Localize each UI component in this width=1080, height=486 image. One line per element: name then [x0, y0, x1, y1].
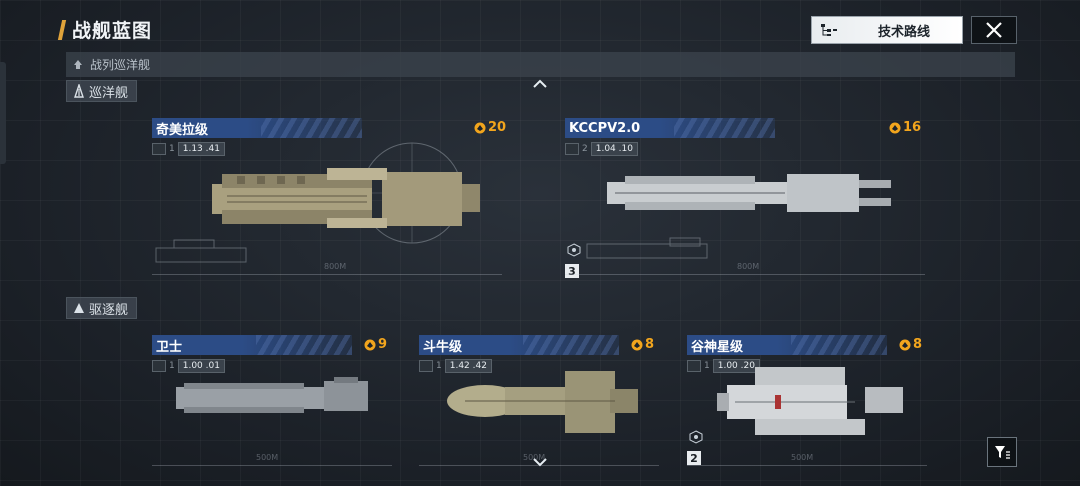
- ship-tier: 2: [582, 144, 588, 154]
- ship-name-bar: 奇美拉级: [152, 118, 362, 138]
- ship-type-icon: [419, 360, 433, 372]
- ship-ratio: 1.04 .10: [590, 142, 638, 156]
- blueprint-baseline: [152, 274, 502, 275]
- ship-meta: 1 1.13 .41: [152, 142, 225, 156]
- ship-cost: 8: [631, 337, 654, 352]
- ship-name: 斗牛级: [423, 339, 463, 355]
- ship-class-label: 战列巡洋舰: [90, 58, 151, 72]
- blueprint-baseline: [565, 274, 925, 275]
- ship-meta: 1 1.00 .01: [152, 359, 225, 373]
- ship-cost: 20: [474, 120, 506, 135]
- blueprint-side-view: [586, 237, 708, 259]
- scale-label: 800M: [324, 262, 347, 271]
- scale-label: 800M: [737, 262, 760, 271]
- blueprint-baseline: [152, 465, 392, 466]
- ship-image-guardian: [176, 377, 368, 413]
- blueprint-baseline: [687, 465, 927, 466]
- ship-type-icon: [152, 143, 166, 155]
- scale-label: 500M: [256, 453, 279, 462]
- hex-marker-icon: [567, 242, 581, 257]
- ship-type-icon: [687, 360, 701, 372]
- ship-class-bar[interactable]: 战列巡洋舰: [66, 52, 1015, 77]
- ship-cost-value: 9: [378, 337, 388, 352]
- scroll-down-chevron-icon[interactable]: [531, 456, 549, 468]
- tech-tree-icon: [821, 24, 837, 36]
- count-badge: 2: [687, 451, 701, 465]
- battlecruiser-class-icon: [74, 59, 82, 69]
- cost-coin-icon: [474, 122, 486, 133]
- ship-name-bar: 谷神星级: [687, 335, 887, 355]
- ship-cost-value: 16: [903, 120, 922, 135]
- ship-meta: 2 1.04 .10: [565, 142, 638, 156]
- ship-cost-value: 8: [645, 337, 655, 352]
- tech-route-button[interactable]: 技术路线: [811, 16, 963, 44]
- ship-card-bull[interactable]: 斗牛级 8 1 1.42 .42 500M: [419, 335, 659, 470]
- cost-coin-icon: [631, 339, 643, 350]
- ship-cost: 9: [364, 337, 387, 352]
- cost-coin-icon: [899, 339, 911, 350]
- ship-name: KCCPV2.0: [569, 120, 641, 136]
- filter-icon: [995, 446, 1010, 459]
- ship-image-bull: [447, 371, 638, 433]
- tech-route-label: 技术路线: [878, 24, 931, 40]
- destroyer-icon: [74, 303, 84, 313]
- ship-card-chimera[interactable]: 奇美拉级 20 1 1.13 .41 800M: [152, 118, 506, 288]
- ship-image-ceres: [717, 367, 903, 435]
- ship-type-icon: [565, 143, 579, 155]
- scale-label: 500M: [791, 453, 814, 462]
- ship-image-kccpv: [607, 174, 891, 212]
- close-button[interactable]: [971, 16, 1017, 44]
- ship-name-bar: 卫士: [152, 335, 352, 355]
- ship-name-bar: KCCPV2.0: [565, 118, 775, 138]
- ship-name: 卫士: [156, 339, 183, 355]
- ship-ratio: 1.00 .01: [177, 359, 225, 373]
- hex-marker-icon: [689, 429, 703, 444]
- blueprint-side-view: [155, 239, 247, 263]
- category-label-destroyer: 驱逐舰: [89, 302, 129, 318]
- ship-card-kccpv[interactable]: KCCPV2.0 16 2 1.04 .10 3 800M: [565, 118, 927, 288]
- ship-name-bar: 斗牛级: [419, 335, 619, 355]
- scroll-up-chevron-icon[interactable]: [531, 78, 549, 90]
- ship-cost-value: 8: [913, 337, 923, 352]
- ship-card-ceres[interactable]: 谷神星级 8 1 1.00 .20 2 500M: [687, 335, 927, 470]
- ship-type-icon: [152, 360, 166, 372]
- ship-tier: 1: [436, 361, 442, 371]
- ship-name: 奇美拉级: [156, 122, 209, 138]
- category-tab-cruiser[interactable]: 巡洋舰: [66, 80, 138, 102]
- cost-coin-icon: [364, 339, 376, 350]
- cost-coin-icon: [889, 122, 901, 133]
- ship-ratio: 1.13 .41: [177, 142, 225, 156]
- ship-tier: 1: [169, 361, 175, 371]
- close-icon: [986, 22, 1002, 38]
- page-title-text: 战舰蓝图: [72, 20, 153, 42]
- count-badge: 3: [565, 264, 579, 278]
- ship-cost: 8: [899, 337, 922, 352]
- page-title: 战舰蓝图: [57, 16, 153, 43]
- filter-button[interactable]: [987, 437, 1017, 467]
- cruiser-icon: [74, 84, 84, 98]
- side-drawer-handle[interactable]: [0, 62, 6, 164]
- category-label-cruiser: 巡洋舰: [89, 85, 129, 101]
- ship-tier: 1: [169, 144, 175, 154]
- ship-image-chimera: [212, 168, 480, 228]
- title-accent: [57, 19, 67, 40]
- ship-cost-value: 20: [488, 120, 507, 135]
- ship-cost: 16: [889, 120, 921, 135]
- category-tab-destroyer[interactable]: 驱逐舰: [66, 297, 138, 319]
- ship-tier: 1: [704, 361, 710, 371]
- ship-card-guardian[interactable]: 卫士 9 1 1.00 .01 500M: [152, 335, 392, 470]
- ship-name: 谷神星级: [691, 339, 744, 355]
